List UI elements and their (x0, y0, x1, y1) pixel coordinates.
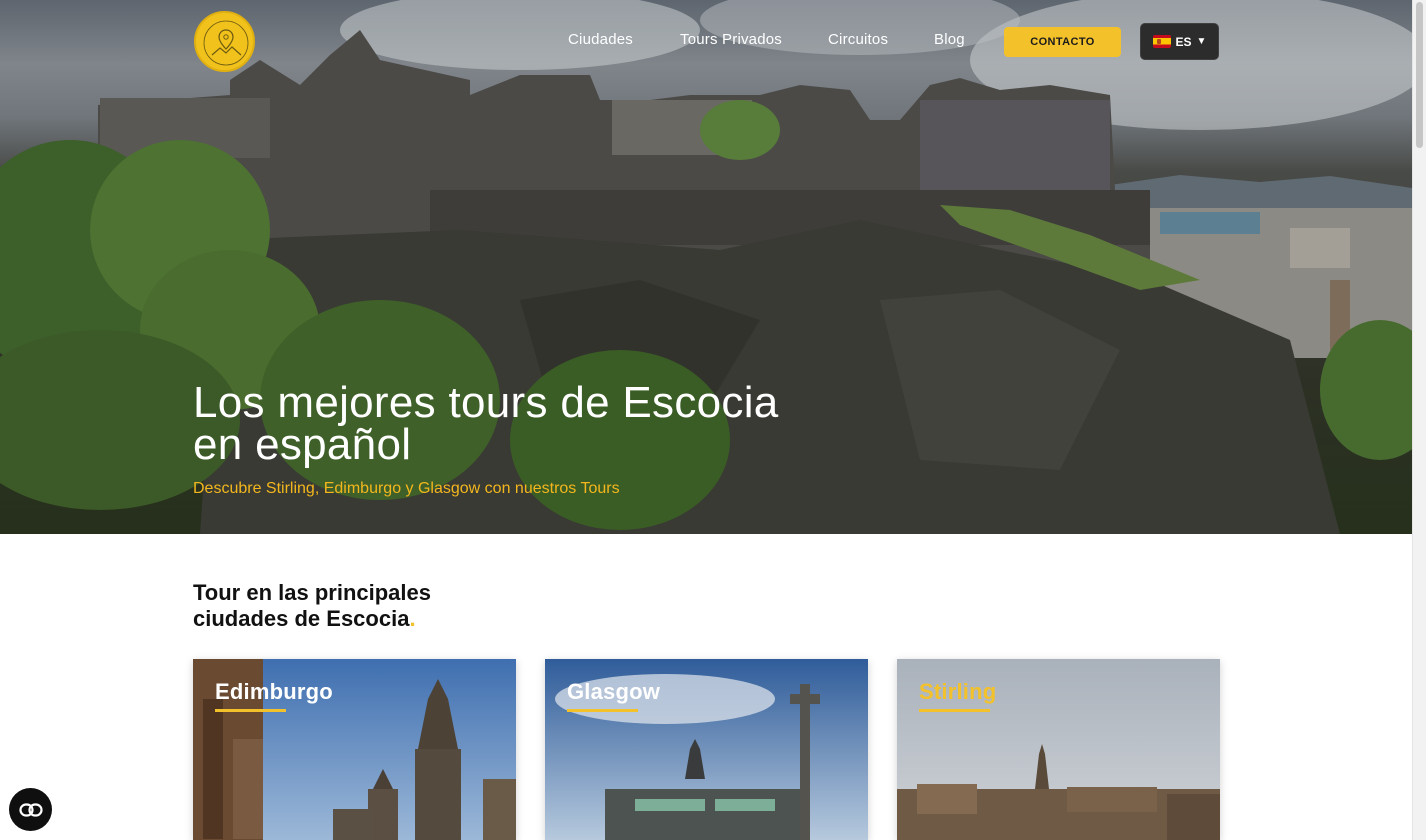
nav-link-circuitos[interactable]: Circuitos (828, 31, 888, 48)
scrollbar-thumb[interactable] (1416, 2, 1423, 148)
section-title-dot: . (409, 606, 416, 631)
accessibility-icon (18, 802, 43, 817)
city-card-edimburgo[interactable]: Edimburgo (193, 659, 516, 840)
accessibility-button[interactable] (9, 788, 52, 831)
card-title: Edimburgo (215, 679, 333, 704)
section-title: Tour en las principales ciudades de Esco… (193, 580, 523, 632)
card-title-underline (919, 709, 990, 712)
spain-flag-icon (1152, 35, 1171, 48)
card-title-underline (567, 709, 638, 712)
caret-down-icon: ▼ (1196, 36, 1207, 47)
hero-subtitle: Descubre Stirling, Edimburgo y Glasgow c… (193, 480, 620, 497)
card-title: Stirling (919, 679, 997, 704)
nav-link-blog[interactable]: Blog (934, 31, 965, 48)
nav-link-ciudades[interactable]: Ciudades (568, 31, 633, 48)
city-card-glasgow[interactable]: Glasgow (545, 659, 868, 840)
language-selector[interactable]: ES ▼ (1140, 23, 1219, 60)
page-scrollbar[interactable] (1412, 0, 1426, 840)
hero-title-line2: en español (193, 420, 412, 469)
nav-link-tours-privados[interactable]: Tours Privados (680, 31, 782, 48)
contact-button[interactable]: CONTACTO (1004, 27, 1121, 57)
hero-title: Los mejores tours de Escocia en español (193, 381, 873, 469)
map-pin-mountain-icon (203, 20, 249, 66)
site-logo[interactable] (194, 11, 255, 72)
card-title: Glasgow (567, 679, 661, 704)
card-title-underline (215, 709, 286, 712)
city-card-stirling[interactable]: Stirling (897, 659, 1220, 840)
section-title-line1: Tour en las principales (193, 580, 431, 605)
hero-banner: Ciudades Tours Privados Circuitos Blog C… (0, 0, 1412, 534)
section-title-line2: ciudades de Escocia (193, 606, 410, 631)
language-label: ES (1175, 34, 1192, 49)
